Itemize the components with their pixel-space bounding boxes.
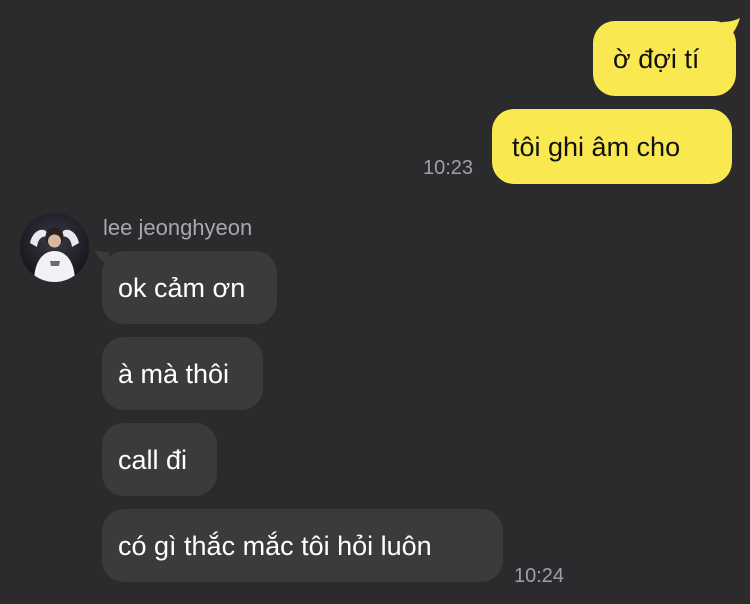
message-text: có gì thắc mắc tôi hỏi luôn bbox=[118, 530, 432, 561]
message-timestamp: 10:23 bbox=[423, 157, 474, 179]
message-text: tôi ghi âm cho bbox=[512, 131, 681, 162]
outgoing-message[interactable]: ờ đợi tí bbox=[593, 21, 736, 96]
message-text: ok cảm ơn bbox=[118, 272, 246, 303]
message-text: ờ đợi tí bbox=[613, 43, 700, 74]
contact-avatar[interactable] bbox=[20, 213, 89, 282]
message-timestamp: 10:24 bbox=[514, 565, 565, 587]
bubble-tail-icon bbox=[722, 18, 740, 36]
message-text: call đi bbox=[118, 444, 188, 475]
incoming-message[interactable]: ok cảm ơn bbox=[102, 251, 277, 324]
message-text: à mà thôi bbox=[118, 358, 230, 389]
outgoing-message[interactable]: tôi ghi âm cho bbox=[492, 109, 732, 184]
profile-photo-avatar-icon bbox=[20, 213, 89, 282]
incoming-message[interactable]: có gì thắc mắc tôi hỏi luôn bbox=[102, 509, 503, 582]
sender-name: lee jeonghyeon bbox=[103, 215, 253, 240]
incoming-message[interactable]: à mà thôi bbox=[102, 337, 263, 410]
chat-window: ờ đợi tí tôi ghi âm cho 10:23 lee jeongh… bbox=[0, 0, 750, 604]
incoming-message[interactable]: call đi bbox=[102, 423, 217, 496]
